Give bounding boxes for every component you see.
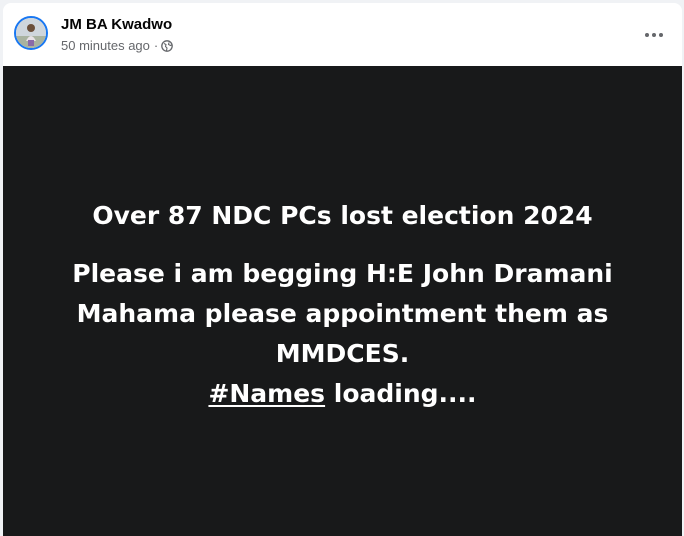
post-headline: Over 87 NDC PCs lost election 2024 [92,201,593,230]
more-options-icon [645,33,663,37]
post-meta: 50 minutes ago · [61,38,174,53]
avatar[interactable] [14,16,48,50]
avatar-image [16,18,46,48]
more-options-button[interactable] [636,17,672,53]
loading-text: loading.... [325,379,477,408]
message-line: Mahama please appointment them as [76,299,609,328]
hashtag-link[interactable]: #Names [208,379,325,408]
author-name[interactable]: JM BA Kwadwo [61,16,172,33]
post-message: Please i am begging H:E John Dramani Mah… [3,254,682,414]
globe-icon[interactable] [161,39,174,52]
post-header: JM BA Kwadwo 50 minutes ago · [3,3,682,66]
post-text-background[interactable]: Over 87 NDC PCs lost election 2024 Pleas… [3,66,682,536]
message-line: Please i am begging H:E John Dramani [72,259,613,288]
message-line-last: #Names loading.... [3,374,682,414]
post-timestamp[interactable]: 50 minutes ago [61,38,150,53]
meta-separator: · [153,38,159,53]
message-line: MMDCES. [275,339,410,368]
post-card: JM BA Kwadwo 50 minutes ago · Over 87 ND… [3,3,682,536]
